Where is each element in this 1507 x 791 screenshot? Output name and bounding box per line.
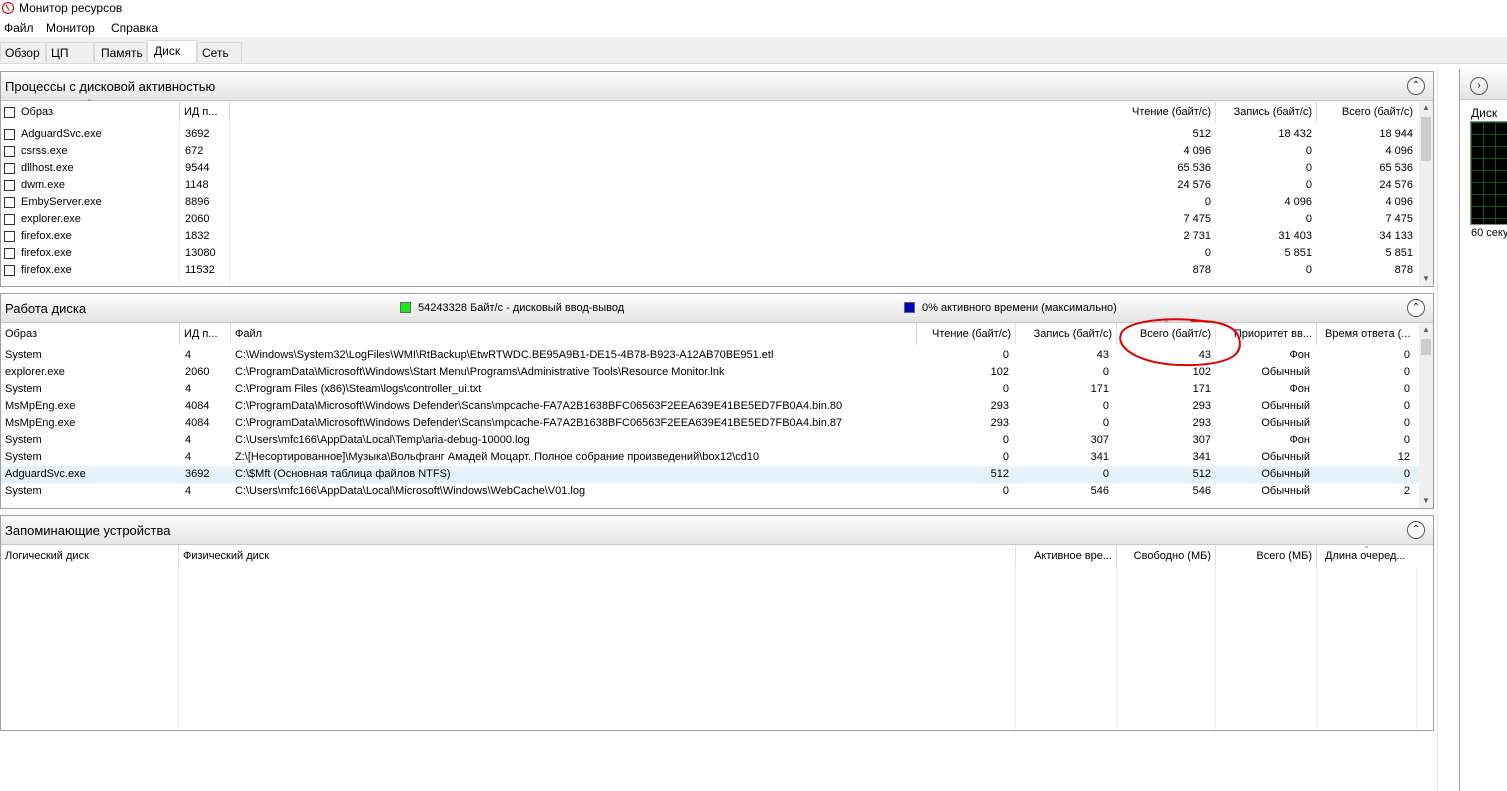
scroll-thumb[interactable] <box>1421 117 1431 161</box>
storage-section: Запоминающие устройства ⌃ Логический дис… <box>0 515 1434 731</box>
scroll-thumb[interactable] <box>1421 339 1431 355</box>
processes-scrollbar[interactable]: ▲ ▼ <box>1419 101 1433 286</box>
table-row[interactable]: firefox.exe 11532 878 0 878 <box>1 262 1419 279</box>
table-row[interactable]: csrss.exe 672 4 096 0 4 096 <box>1 143 1419 160</box>
col-write[interactable]: Запись (байт/с) <box>1016 323 1116 345</box>
col-read[interactable]: Чтение (байт/с) <box>917 323 1015 345</box>
col-write[interactable]: Запись (байт/с) <box>1216 101 1316 123</box>
main-scrollbar[interactable] <box>1437 69 1455 791</box>
menu-monitor[interactable]: Монитор <box>46 21 95 35</box>
red-annotation-circle <box>1119 318 1241 367</box>
row-checkbox[interactable] <box>4 214 15 225</box>
storage-column-header: Логический диск Физический диск Активное… <box>1 541 1433 568</box>
col-image[interactable]: Образ <box>17 101 179 123</box>
table-row[interactable]: System 4 Z:\[Несортированное]\Музыка\Вол… <box>1 449 1419 466</box>
disk-graph <box>1470 121 1507 225</box>
table-row[interactable]: AdguardSvc.exe 3692 512 18 432 18 944 <box>1 126 1419 143</box>
row-checkbox[interactable] <box>4 265 15 276</box>
graph-time-caption: 60 секу <box>1471 227 1507 239</box>
storage-header[interactable]: Запоминающие устройства ⌃ <box>1 516 1433 545</box>
row-checkbox[interactable] <box>4 163 15 174</box>
row-checkbox[interactable] <box>4 129 15 140</box>
collapse-disk-activity-button[interactable]: ⌃ <box>1407 299 1425 317</box>
table-row[interactable]: MsMpEng.exe 4084 C:\ProgramData\Microsof… <box>1 415 1419 432</box>
tab-network[interactable]: Сеть <box>197 42 242 62</box>
row-checkbox[interactable] <box>4 231 15 242</box>
col-free-mb[interactable]: Свободно (МБ) <box>1117 545 1215 567</box>
table-row[interactable]: firefox.exe 1832 2 731 31 403 34 133 <box>1 228 1419 245</box>
menu-file[interactable]: Файл <box>4 21 34 35</box>
graph-pane-header: › <box>1460 69 1507 100</box>
col-pid[interactable]: ИД п... <box>180 323 230 345</box>
tab-disk[interactable]: Диск <box>147 40 197 63</box>
io-legend-text: 54243328 Байт/с - дисковый ввод-вывод <box>418 302 625 314</box>
col-logical-disk[interactable]: Логический диск <box>1 545 179 567</box>
disk-activity-scrollbar[interactable]: ▲ ▼ <box>1419 323 1433 508</box>
table-row[interactable]: System 4 C:\Users\mfc166\AppData\Local\T… <box>1 432 1419 449</box>
window-title: Монитор ресурсов <box>19 1 123 15</box>
collapse-storage-button[interactable]: ⌃ <box>1407 521 1425 539</box>
table-row[interactable]: MsMpEng.exe 4084 C:\ProgramData\Microsof… <box>1 398 1419 415</box>
menu-bar: Файл Монитор Справка <box>0 19 1507 37</box>
scroll-down-icon[interactable]: ▼ <box>1419 272 1433 286</box>
tab-overview[interactable]: Обзор <box>0 42 46 62</box>
col-total-mb[interactable]: Всего (МБ) <box>1216 545 1316 567</box>
tab-bar: Обзор ЦП Память Диск Сеть <box>0 37 1507 64</box>
active-time-legend-swatch <box>904 302 915 313</box>
processes-header[interactable]: Процессы с дисковой активностью ⌃ <box>1 72 1433 101</box>
table-row[interactable]: System 4 C:\Users\mfc166\AppData\Local\M… <box>1 483 1419 500</box>
storage-title: Запоминающие устройства <box>5 523 171 538</box>
col-total[interactable]: Всего (байт/с) <box>1317 101 1417 123</box>
row-checkbox[interactable] <box>4 197 15 208</box>
collapse-processes-button[interactable]: ⌃ <box>1407 77 1425 95</box>
col-image[interactable]: Образ <box>1 323 179 345</box>
row-checkbox[interactable] <box>4 248 15 259</box>
scroll-down-icon[interactable]: ▼ <box>1419 494 1433 508</box>
col-queue-length[interactable]: Длина очеред... <box>1317 545 1419 567</box>
processes-column-header: ⌃ Образ ИД п... Чтение (байт/с) Запись (… <box>1 98 1433 124</box>
disk-activity-title: Работа диска <box>5 301 87 316</box>
col-read[interactable]: Чтение (байт/с) <box>1111 101 1215 123</box>
io-legend-swatch <box>400 302 411 313</box>
processes-title: Процессы с дисковой активностью <box>5 79 216 94</box>
table-row[interactable]: EmbyServer.exe 8896 0 4 096 4 096 <box>1 194 1419 211</box>
processes-section: Процессы с дисковой активностью ⌃ ⌃ Обра… <box>0 71 1434 287</box>
table-row[interactable]: dwm.exe 1148 24 576 0 24 576 <box>1 177 1419 194</box>
disk-graph-label: Диск <box>1471 106 1498 120</box>
table-row[interactable]: explorer.exe 2060 7 475 0 7 475 <box>1 211 1419 228</box>
select-all-checkbox[interactable] <box>4 107 15 118</box>
active-time-legend-text: 0% активного времени (максимально) <box>922 302 1117 314</box>
main-area: Процессы с дисковой активностью ⌃ ⌃ Обра… <box>0 69 1434 791</box>
col-response-time[interactable]: Время ответа (... <box>1317 323 1419 345</box>
table-row-selected[interactable]: AdguardSvc.exe 3692 C:\$Mft (Основная та… <box>1 466 1419 483</box>
graph-pane: › Диск 60 секу <box>1459 69 1507 791</box>
resource-monitor-icon <box>2 2 14 14</box>
expand-graphs-button[interactable]: › <box>1470 77 1488 95</box>
table-row[interactable]: System 4 C:\Program Files (x86)\Steam\lo… <box>1 381 1419 398</box>
row-checkbox[interactable] <box>4 180 15 191</box>
table-row[interactable]: firefox.exe 13080 0 5 851 5 851 <box>1 245 1419 262</box>
col-physical-disk[interactable]: Физический диск <box>179 545 1015 567</box>
title-bar: Монитор ресурсов <box>0 0 1507 18</box>
row-checkbox[interactable] <box>4 146 15 157</box>
tab-cpu[interactable]: ЦП <box>46 42 94 62</box>
scroll-up-icon[interactable]: ▲ <box>1419 101 1433 115</box>
col-active-time[interactable]: Активное вре... <box>1016 545 1116 567</box>
scroll-up-icon[interactable]: ▲ <box>1419 323 1433 337</box>
col-file[interactable]: Файл <box>231 323 916 345</box>
col-pid[interactable]: ИД п... <box>180 101 228 123</box>
tab-memory[interactable]: Память <box>94 42 147 62</box>
menu-help[interactable]: Справка <box>111 21 158 35</box>
table-row[interactable]: dllhost.exe 9544 65 536 0 65 536 <box>1 160 1419 177</box>
processes-table: AdguardSvc.exe 3692 512 18 432 18 944 cs… <box>1 126 1419 286</box>
